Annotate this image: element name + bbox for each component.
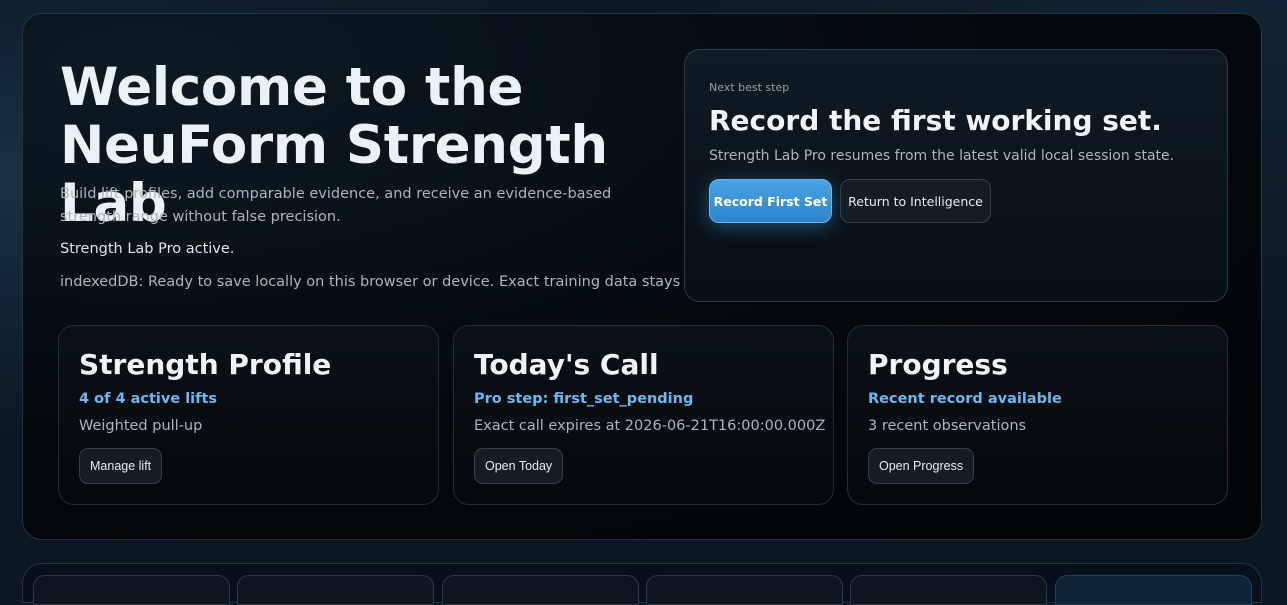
return-to-intelligence-button[interactable]: Return to Intelligence bbox=[840, 179, 991, 223]
bottom-tab-1[interactable] bbox=[33, 575, 230, 605]
bottom-tab-2[interactable] bbox=[237, 575, 434, 605]
bottom-tab-5[interactable] bbox=[850, 575, 1047, 605]
manage-lift-button[interactable]: Manage lift bbox=[79, 448, 163, 484]
progress-card: Progress Recent record available 3 recen… bbox=[847, 325, 1228, 505]
card-accent: 4 of 4 active lifts bbox=[79, 391, 218, 407]
next-step-title: Record the first working set. bbox=[709, 104, 1162, 137]
card-detail: Exact call expires at 2026-06-21T16:00:0… bbox=[474, 418, 826, 434]
record-first-set-button[interactable]: Record First Set bbox=[709, 179, 832, 223]
card-title: Progress bbox=[868, 348, 1008, 381]
card-title: Strength Profile bbox=[79, 348, 332, 381]
card-detail: Weighted pull-up bbox=[79, 418, 203, 434]
todays-call-card: Today's Call Pro step: first_set_pending… bbox=[453, 325, 834, 505]
hero-panel: Welcome to the NeuForm Strength Lab Buil… bbox=[22, 13, 1262, 540]
bottom-nav-panel bbox=[22, 563, 1262, 605]
open-progress-button[interactable]: Open Progress bbox=[868, 448, 975, 484]
card-detail: 3 recent observations bbox=[868, 418, 1027, 434]
next-step-kicker: Next best step bbox=[709, 81, 790, 94]
next-step-description: Strength Lab Pro resumes from the latest… bbox=[709, 148, 1175, 164]
card-accent: Pro step: first_set_pending bbox=[474, 391, 694, 407]
bottom-tab-4[interactable] bbox=[646, 575, 843, 605]
strength-profile-card: Strength Profile 4 of 4 active lifts Wei… bbox=[58, 325, 439, 505]
next-step-card: Next best step Record the first working … bbox=[684, 49, 1228, 302]
card-accent: Recent record available bbox=[868, 391, 1062, 407]
open-today-button[interactable]: Open Today bbox=[474, 448, 564, 484]
bottom-tab-3[interactable] bbox=[442, 575, 639, 605]
card-title: Today's Call bbox=[474, 348, 659, 381]
hero-subtitle: Build lift profiles, add comparable evid… bbox=[60, 186, 612, 225]
storage-status-text: indexedDB: Ready to save locally on this… bbox=[60, 274, 724, 290]
pro-status-text: Strength Lab Pro active. bbox=[60, 241, 235, 257]
bottom-tab-6[interactable] bbox=[1055, 575, 1252, 605]
